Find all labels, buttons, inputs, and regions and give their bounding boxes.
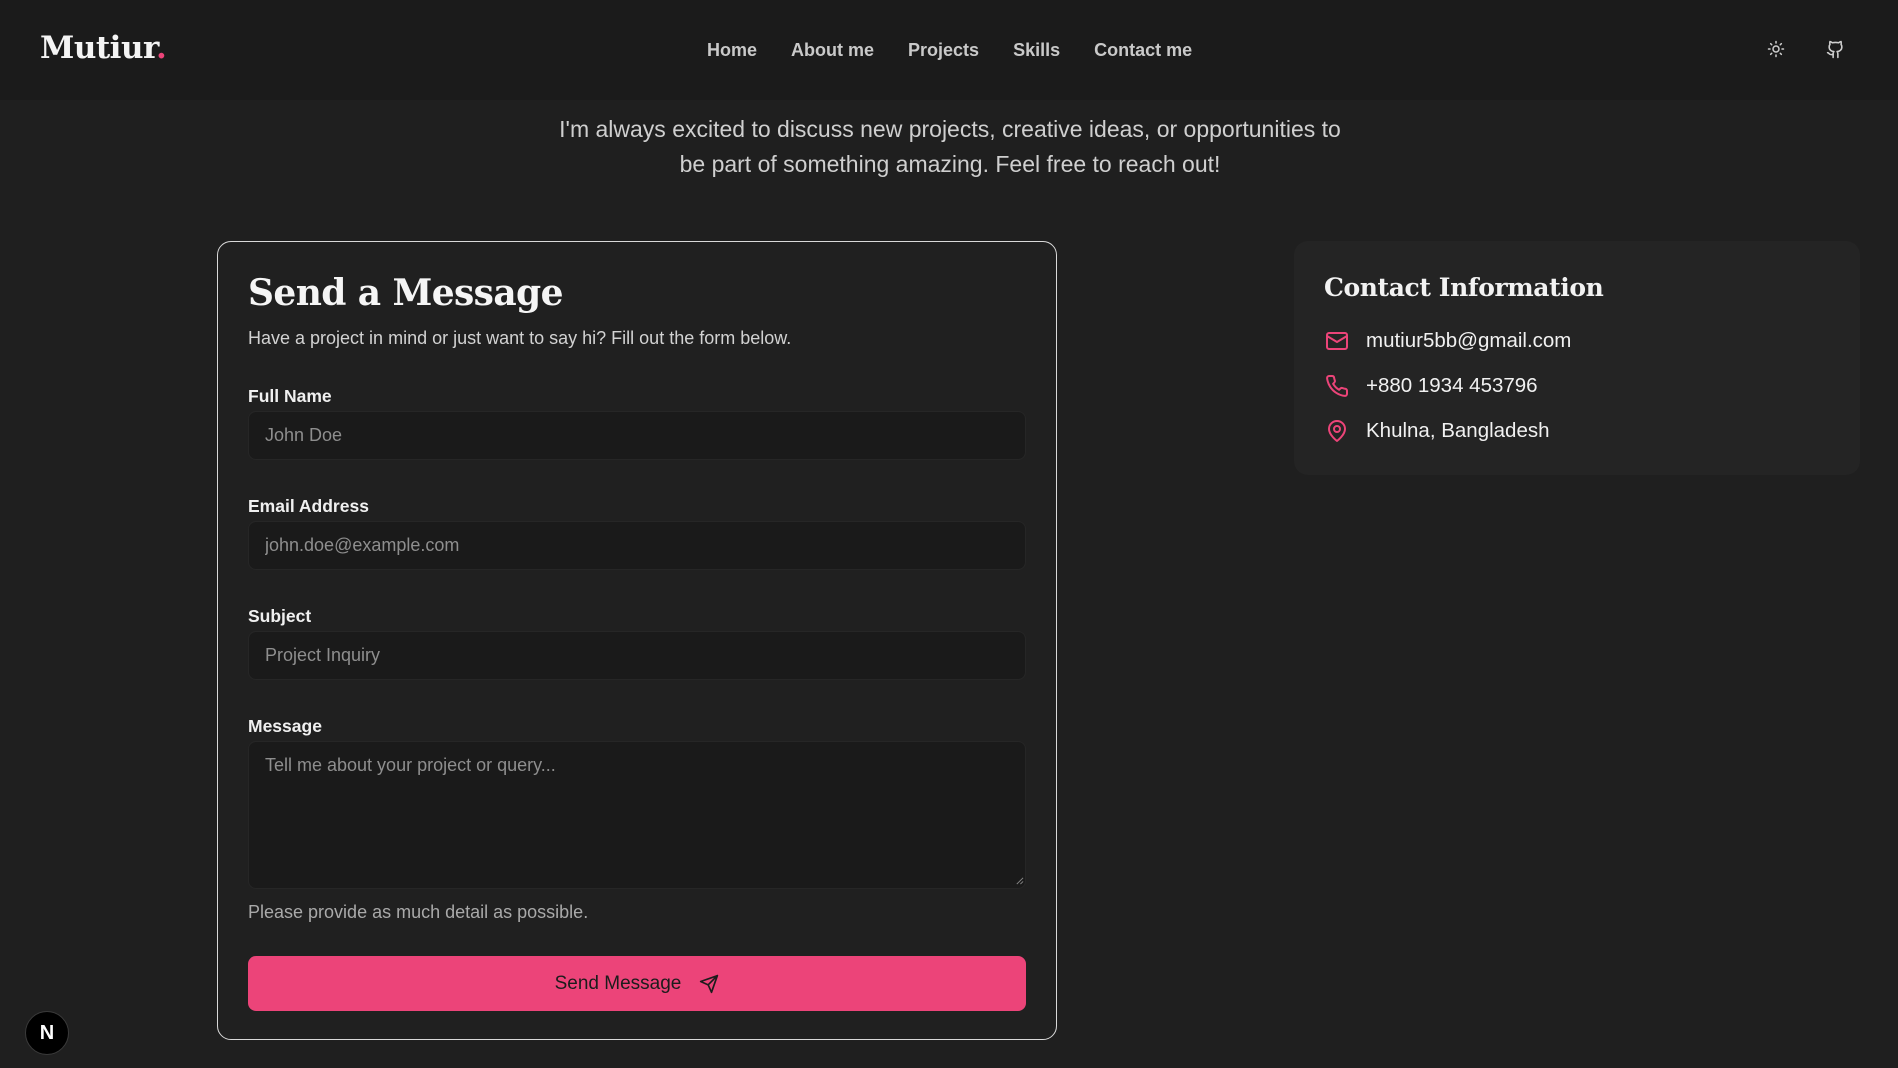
- contact-info-title: Contact Information: [1324, 273, 1604, 302]
- send-message-button[interactable]: Send Message: [248, 956, 1026, 1011]
- github-button[interactable]: [1822, 36, 1848, 62]
- map-pin-icon: [1324, 418, 1350, 444]
- github-icon: [1826, 40, 1843, 58]
- nextjs-logo-letter: N: [39, 1021, 55, 1044]
- nav-skills[interactable]: Skills: [996, 38, 1077, 63]
- nav-contact[interactable]: Contact me: [1077, 38, 1209, 63]
- email-label: Email Address: [248, 496, 369, 516]
- sun-icon: [1767, 40, 1785, 58]
- contact-phone[interactable]: +880 1934 453796: [1366, 374, 1538, 398]
- nav-home[interactable]: Home: [690, 38, 774, 63]
- message-label: Message: [248, 716, 322, 736]
- subject-label: Subject: [248, 606, 312, 626]
- intro-line-1: I'm always excited to discuss new projec…: [559, 116, 1341, 142]
- contact-intro: I'm always excited to discuss new projec…: [520, 112, 1380, 182]
- full-name-input[interactable]: [248, 411, 1026, 460]
- mail-icon: [1324, 328, 1350, 354]
- intro-line-2: be part of something amazing. Feel free …: [679, 151, 1221, 177]
- phone-icon: [1324, 373, 1350, 399]
- contact-info-card: Contact Information mutiur5bb@gmail.com …: [1294, 241, 1860, 475]
- site-logo[interactable]: Mutiur.: [40, 30, 167, 66]
- message-hint: Please provide as much detail as possibl…: [248, 902, 589, 922]
- main-nav: Home About me Projects Skills Contact me: [690, 38, 1209, 63]
- email-input[interactable]: [248, 521, 1026, 570]
- nav-projects[interactable]: Projects: [891, 38, 996, 63]
- logo-dot: .: [155, 30, 167, 66]
- form-title: Send a Message: [248, 272, 564, 314]
- form-subtitle: Have a project in mind or just want to s…: [248, 328, 792, 348]
- resize-handle-icon[interactable]: [1015, 876, 1024, 885]
- contact-phone-row[interactable]: +880 1934 453796: [1324, 373, 1538, 399]
- contact-location: Khulna, Bangladesh: [1366, 419, 1550, 442]
- theme-toggle-button[interactable]: [1763, 36, 1789, 62]
- logo-text: Mutiur: [40, 30, 156, 66]
- message-textarea[interactable]: [248, 741, 1026, 889]
- contact-location-row: Khulna, Bangladesh: [1324, 418, 1550, 444]
- nav-about[interactable]: About me: [774, 38, 891, 63]
- full-name-label: Full Name: [248, 386, 332, 406]
- page: Mutiur. Home About me Projects Skills Co…: [0, 0, 1898, 1068]
- subject-input[interactable]: [248, 631, 1026, 680]
- contact-email-row[interactable]: mutiur5bb@gmail.com: [1324, 328, 1571, 354]
- nextjs-devtools-badge[interactable]: N: [25, 1011, 69, 1055]
- send-message-label: Send Message: [554, 972, 682, 994]
- contact-email[interactable]: mutiur5bb@gmail.com: [1366, 329, 1571, 353]
- site-header: Mutiur. Home About me Projects Skills Co…: [0, 0, 1898, 100]
- message-form-card: Send a Message Have a project in mind or…: [217, 241, 1057, 1040]
- send-icon: [700, 974, 719, 993]
